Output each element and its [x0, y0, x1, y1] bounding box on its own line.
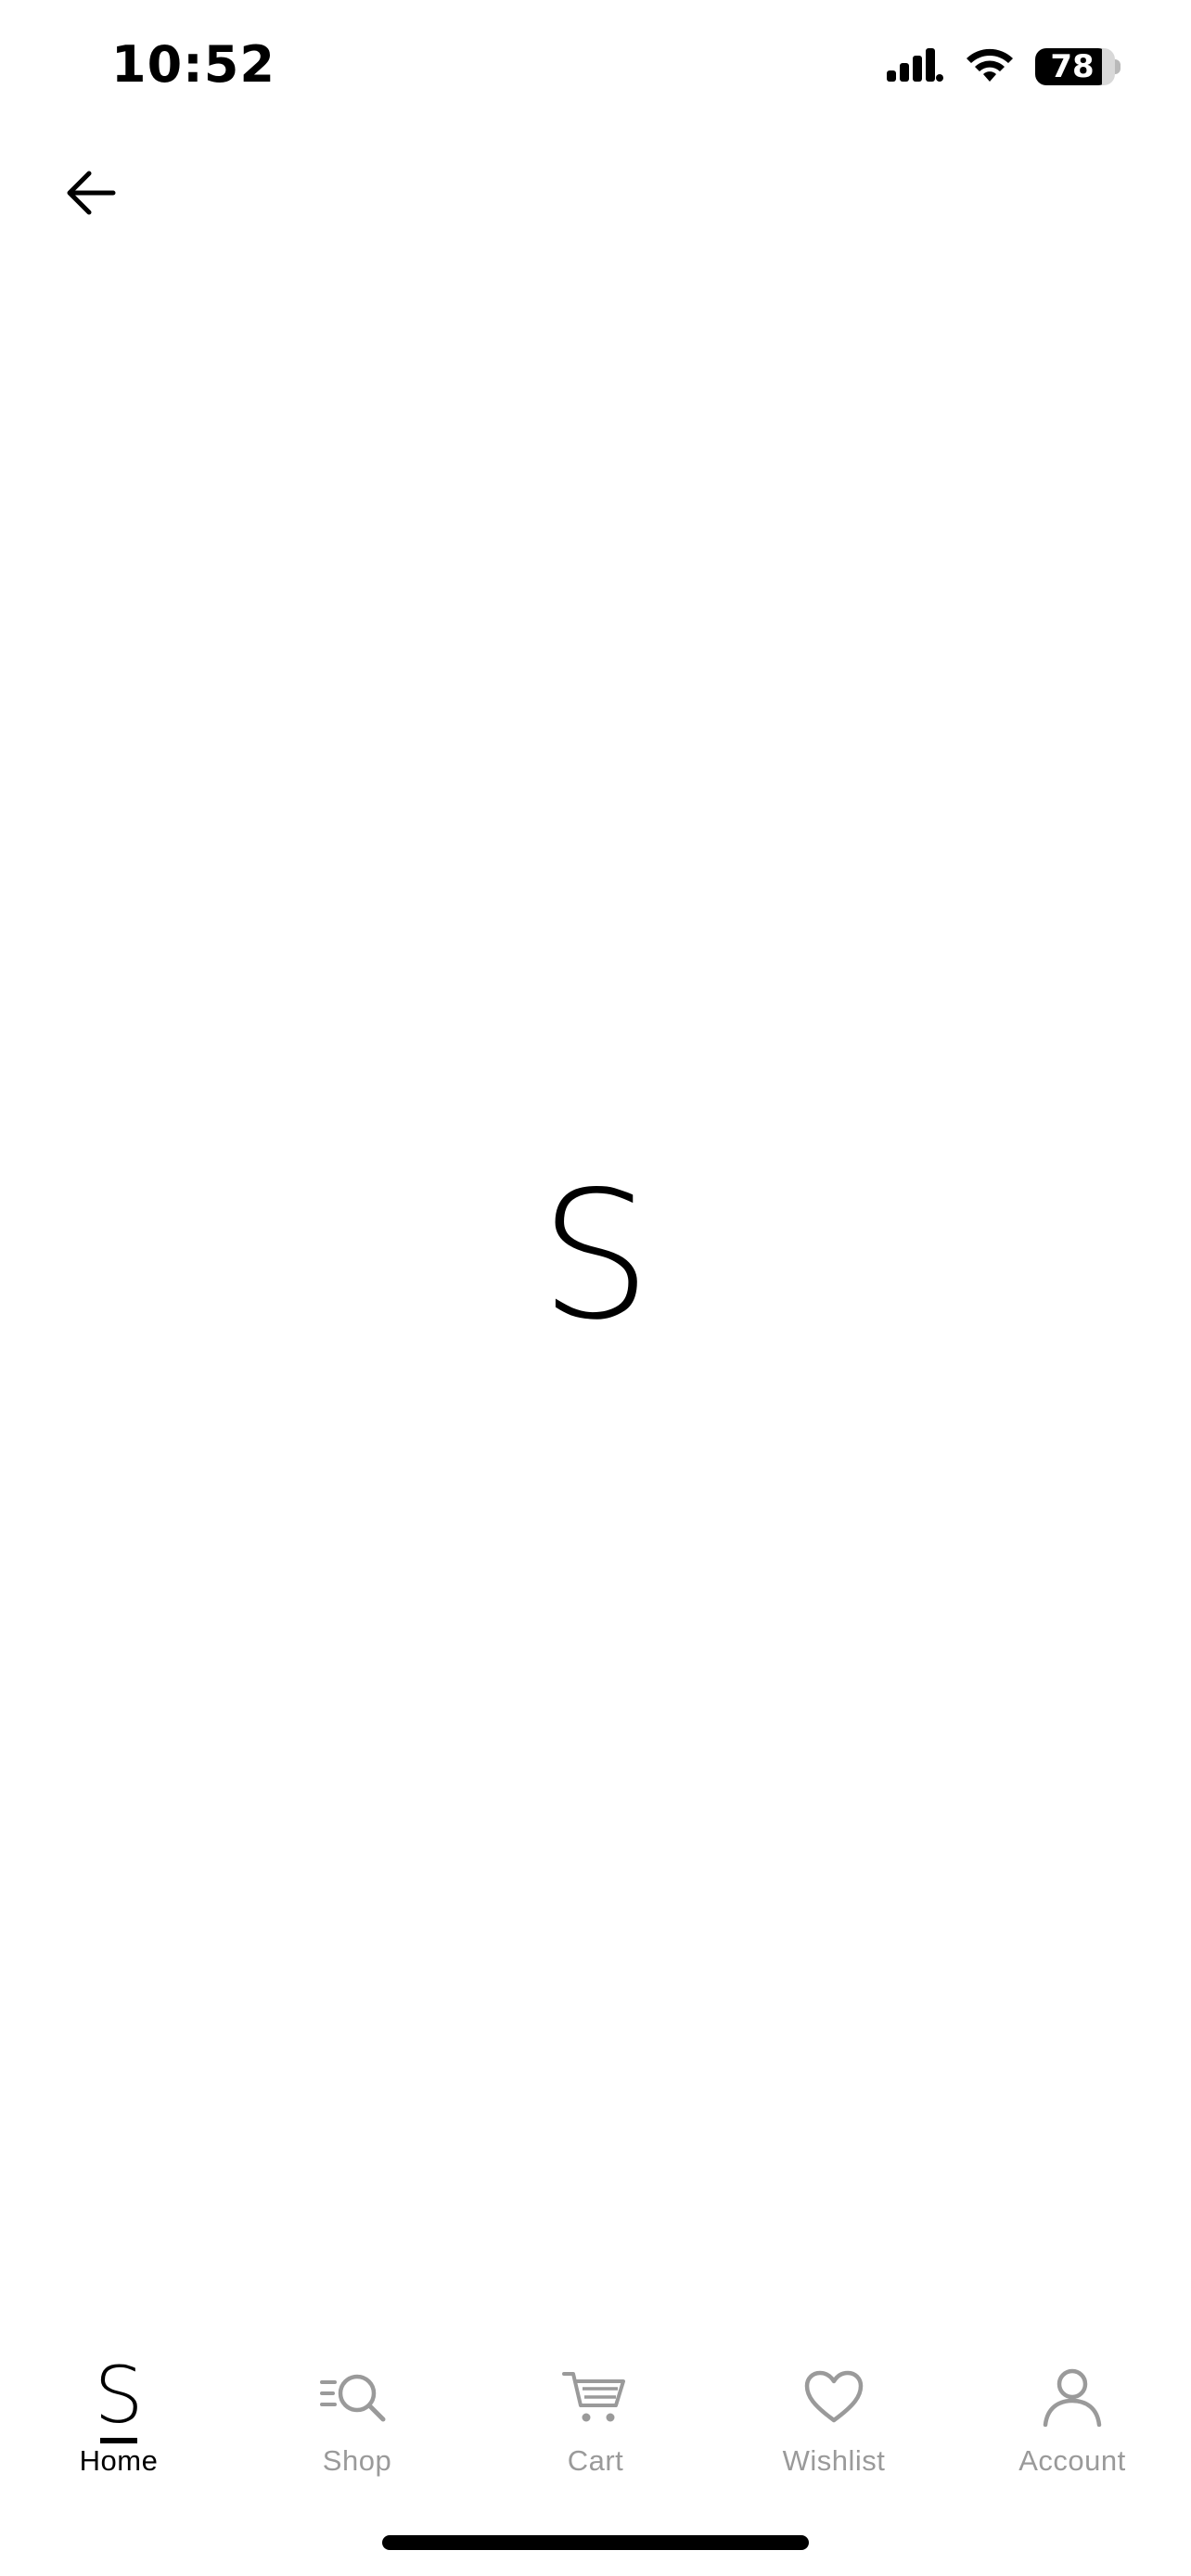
- arrow-left-icon: [63, 169, 119, 222]
- tab-label-account: Account: [1018, 2444, 1126, 2477]
- brand-logo: S: [539, 1154, 652, 1358]
- battery-nub: [1115, 59, 1121, 74]
- home-indicator: [382, 2535, 809, 2550]
- tab-cart[interactable]: Cart: [503, 2355, 688, 2504]
- tab-label-shop: Shop: [322, 2444, 392, 2477]
- tab-shop[interactable]: Shop: [264, 2355, 450, 2504]
- heart-icon: [792, 2355, 876, 2439]
- shop-search-icon: [315, 2355, 399, 2439]
- back-button[interactable]: [52, 156, 130, 234]
- home-logo: S: [94, 2356, 144, 2443]
- home-logo-underline: [99, 2438, 137, 2443]
- tab-label-cart: Cart: [567, 2444, 624, 2477]
- cellular-signal-icon: [887, 46, 944, 88]
- battery-icon: 78: [1035, 48, 1121, 85]
- tab-wishlist[interactable]: Wishlist: [741, 2355, 927, 2504]
- tab-label-home: Home: [79, 2444, 159, 2477]
- home-logo-icon: S: [77, 2355, 160, 2443]
- home-logo-letter: S: [94, 2350, 144, 2441]
- tab-home[interactable]: S Home: [26, 2355, 211, 2504]
- status-icons: 78: [887, 45, 1121, 89]
- battery-level: 78: [1050, 48, 1095, 85]
- status-bar: 10:52 78: [0, 0, 1191, 130]
- battery-remaining: [1102, 48, 1115, 85]
- person-icon: [1031, 2355, 1114, 2439]
- tab-label-wishlist: Wishlist: [782, 2444, 886, 2477]
- wifi-icon: [965, 46, 1015, 88]
- tab-bar: S Home Shop Cart Wishlist Account: [0, 2355, 1191, 2504]
- tab-account[interactable]: Account: [980, 2355, 1165, 2504]
- cart-icon: [554, 2355, 637, 2439]
- status-time: 10:52: [111, 35, 275, 94]
